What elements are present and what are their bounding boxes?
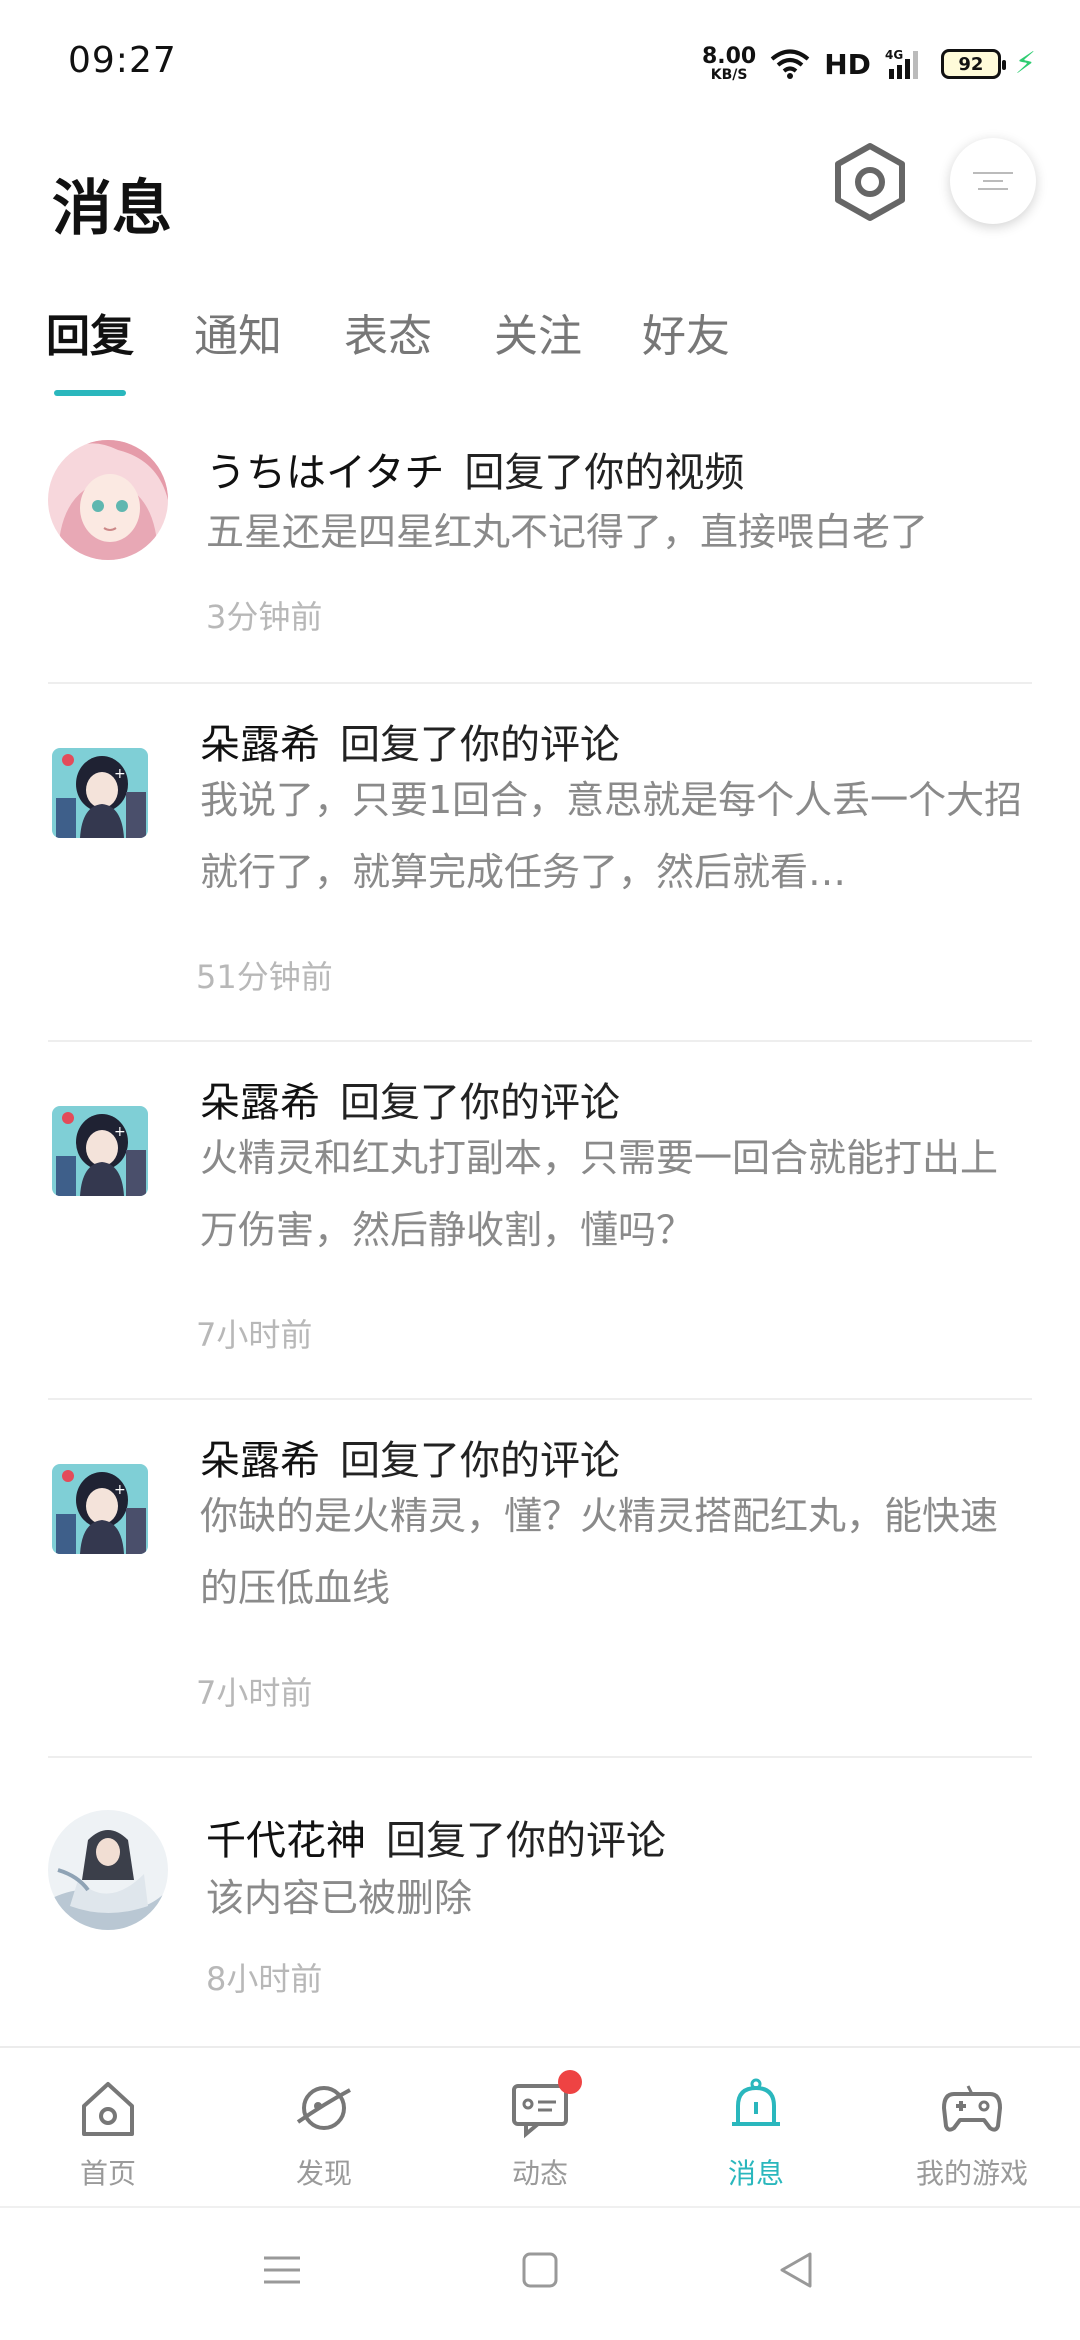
status-time: 09:27 <box>68 40 177 81</box>
page-title: 消息 <box>52 174 172 244</box>
svg-text:+: + <box>114 766 126 782</box>
message-item[interactable]: 千代花神 回复了你的评论 该内容已被删除 8小时前 <box>0 1758 1080 2046</box>
user-name[interactable]: 朵露希 <box>200 1080 320 1126</box>
user-avatar[interactable] <box>48 440 168 560</box>
user-name[interactable]: 千代花神 <box>206 1818 366 1864</box>
settings-icon[interactable] <box>832 142 908 222</box>
battery-level: 92 <box>958 53 984 75</box>
tab-reaction[interactable]: 表态 <box>344 300 432 364</box>
message-text: 该内容已被删除 <box>206 1876 473 1920</box>
charging-icon: ⚡ <box>1014 46 1036 81</box>
nav-discover[interactable]: 发现 <box>224 2068 424 2198</box>
network-speed-value: 8.00 <box>701 44 757 69</box>
message-time: 8小时前 <box>206 1960 323 1998</box>
message-header: うちはイタチ 回复了你的视频 <box>206 440 744 498</box>
bell-icon <box>732 2078 780 2126</box>
status-icons: 8.00 KB/S HD 4G 92 ⚡ <box>702 42 1036 86</box>
header: 消息 <box>0 130 1080 300</box>
battery-icon: 92 <box>940 49 1006 79</box>
home-button-icon[interactable] <box>520 2250 560 2290</box>
reply-action: 回复了你的评论 <box>340 1438 620 1484</box>
signal-icon: 4G <box>885 48 918 79</box>
message-text: 火精灵和红丸打副本，只需要一回合就能打出上万伤害，然后静收割，懂吗？ <box>200 1136 999 1252</box>
reply-action: 回复了你的视频 <box>464 450 745 496</box>
nav-label: 发现 <box>295 2157 352 2190</box>
nav-label: 动态 <box>511 2157 568 2190</box>
nav-messages[interactable]: 消息 <box>656 2068 856 2198</box>
network-speed: 8.00 KB/S <box>701 44 757 83</box>
nav-home[interactable]: 首页 <box>8 2068 208 2198</box>
user-avatar[interactable]: + <box>52 1464 148 1554</box>
active-tab-indicator <box>54 390 126 396</box>
system-nav-bar <box>0 2206 1080 2340</box>
profile-avatar[interactable] <box>950 138 1036 224</box>
tab-friends[interactable]: 好友 <box>642 300 730 364</box>
user-avatar[interactable]: + <box>52 748 148 838</box>
nav-label: 我的游戏 <box>915 2157 1028 2190</box>
user-avatar[interactable] <box>48 1810 168 1930</box>
nav-label: 首页 <box>79 2157 136 2190</box>
status-bar: 09:27 8.00 KB/S HD 4G 92 ⚡ <box>0 0 1080 130</box>
message-tabs: 回复 通知 表态 关注 好友 <box>0 290 1080 400</box>
message-time: 51分钟前 <box>196 958 333 996</box>
user-name[interactable]: 朵露希 <box>200 1438 320 1484</box>
menu-icon[interactable] <box>262 2250 302 2290</box>
home-icon <box>82 2082 134 2136</box>
reply-action: 回复了你的评论 <box>340 722 620 768</box>
user-name[interactable]: うちはイタチ <box>206 450 444 496</box>
message-text: 五星还是四星红丸不记得了，直接喂白老了 <box>206 510 929 554</box>
hd-label: HD <box>824 47 871 81</box>
tab-notice[interactable]: 通知 <box>194 300 282 364</box>
notification-badge <box>558 2070 582 2094</box>
message-time: 7小时前 <box>196 1674 313 1712</box>
message-time: 7小时前 <box>196 1316 313 1354</box>
nav-feed[interactable]: 动态 <box>440 2068 640 2198</box>
svg-text:+: + <box>114 1124 126 1140</box>
user-name[interactable]: 朵露希 <box>200 722 320 768</box>
gamepad-icon <box>942 2085 1002 2132</box>
nav-label: 消息 <box>727 2157 784 2190</box>
message-time: 3分钟前 <box>206 598 323 636</box>
wifi-icon <box>770 49 810 79</box>
message-header: 千代花神 回复了你的评论 <box>206 1808 666 1866</box>
user-avatar[interactable]: + <box>52 1106 148 1196</box>
planet-icon <box>296 2086 351 2130</box>
svg-text:+: + <box>114 1482 126 1498</box>
tab-follow[interactable]: 关注 <box>494 300 582 364</box>
message-item[interactable]: + 朵露希 回复了你的评论 你缺的是火精灵，懂？火精灵搭配红丸，能快速的压低血线 … <box>0 1400 1080 1758</box>
message-text: 我说了，只要1回合，意思就是每个人丢一个大招就行了，就算完成任务了，然后就看… <box>200 778 1023 894</box>
message-item[interactable]: + 朵露希 回复了你的评论 火精灵和红丸打副本，只需要一回合就能打出上万伤害，然后… <box>0 1042 1080 1400</box>
message-item[interactable]: うちはイタチ 回复了你的视频 五星还是四星红丸不记得了，直接喂白老了 3分钟前 <box>0 400 1080 684</box>
message-header: 朵露希 回复了你的评论 <box>200 712 620 770</box>
message-text: 你缺的是火精灵，懂？火精灵搭配红丸，能快速的压低血线 <box>200 1494 999 1610</box>
network-speed-unit: KB/S <box>710 67 748 83</box>
message-header: 朵露希 回复了你的评论 <box>200 1070 620 1128</box>
network-type: 4G <box>885 48 903 62</box>
reply-action: 回复了你的评论 <box>386 1818 666 1864</box>
nav-my-games[interactable]: 我的游戏 <box>872 2068 1072 2198</box>
bottom-nav: 首页 发现 动态 消息 我的游戏 <box>0 2046 1080 2206</box>
message-item[interactable]: + 朵露希 回复了你的评论 我说了，只要1回合，意思就是每个人丢一个大招就行了，就… <box>0 684 1080 1042</box>
tab-reply[interactable]: 回复 <box>46 300 134 364</box>
reply-action: 回复了你的评论 <box>340 1080 620 1126</box>
back-icon[interactable] <box>776 2250 816 2290</box>
message-header: 朵露希 回复了你的评论 <box>200 1428 620 1486</box>
